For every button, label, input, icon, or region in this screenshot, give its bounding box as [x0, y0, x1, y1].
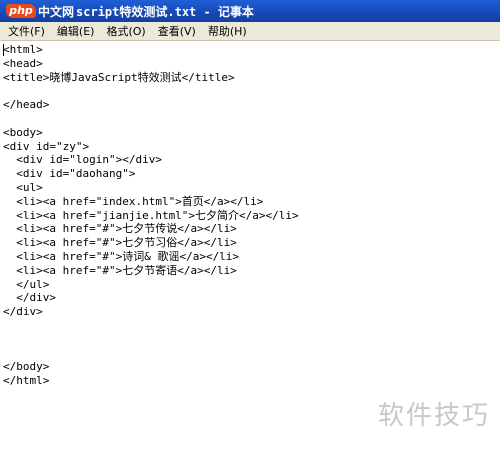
text-line [3, 84, 500, 98]
text-caret [3, 44, 4, 56]
text-line [3, 347, 500, 361]
title-bar[interactable]: php 中文网 script特效测试.txt - 记事本 [0, 0, 500, 22]
text-line [3, 333, 500, 347]
menu-edit[interactable]: 编辑(E) [51, 23, 101, 39]
text-line: <li><a href="#">诗词& 歌谣</a></li> [3, 249, 240, 263]
text-line: </head> [3, 98, 50, 112]
text-line: <title>晓博JavaScript特效测试</title> [3, 70, 235, 84]
notepad-window: php 中文网 script特效测试.txt - 记事本 文件(F) 编辑(E)… [0, 0, 500, 452]
text-line: <html> [3, 43, 43, 56]
menu-bar: 文件(F) 编辑(E) 格式(O) 查看(V) 帮助(H) [0, 22, 500, 41]
text-line: <div id="zy"> [3, 139, 90, 153]
menu-view[interactable]: 查看(V) [152, 23, 202, 39]
text-line: <li><a href="index.html">首页</a></li> [3, 194, 264, 208]
menu-help[interactable]: 帮助(H) [202, 23, 253, 39]
menu-file[interactable]: 文件(F) [2, 23, 51, 39]
watermark-text: 软件技巧 [377, 401, 490, 431]
text-line: <li><a href="jianjie.html">七夕简介</a></li> [3, 208, 299, 222]
text-line: <body> [3, 125, 43, 139]
text-line [3, 319, 500, 333]
text-line: <li><a href="#">七夕节习俗</a></li> [3, 236, 237, 250]
text-line: <li><a href="#">七夕节寄语</a></li> [3, 263, 237, 277]
text-line: <div id="login"></div> [3, 153, 162, 167]
text-line: </ul> [3, 277, 50, 291]
site-logo: php 中文网 [6, 2, 74, 20]
text-line: </div> [3, 305, 43, 319]
text-line: <li><a href="#">七夕节传说</a></li> [3, 222, 237, 236]
window-title: script特效测试.txt - 记事本 [76, 4, 254, 19]
text-line: </div> [3, 291, 56, 305]
text-line: <head> [3, 56, 43, 70]
text-line: </html> [3, 374, 50, 388]
text-line: <div id="daohang"> [3, 167, 136, 181]
logo-name: 中文网 [38, 4, 75, 19]
text-line: </body> [3, 360, 50, 374]
text-line: <ul> [3, 180, 43, 194]
menu-format[interactable]: 格式(O) [100, 23, 151, 39]
text-line [3, 112, 500, 126]
text-editor-area[interactable]: <html> <head> <title>晓博JavaScript特效测试</tit… [0, 41, 500, 452]
logo-mark: php [6, 4, 36, 18]
